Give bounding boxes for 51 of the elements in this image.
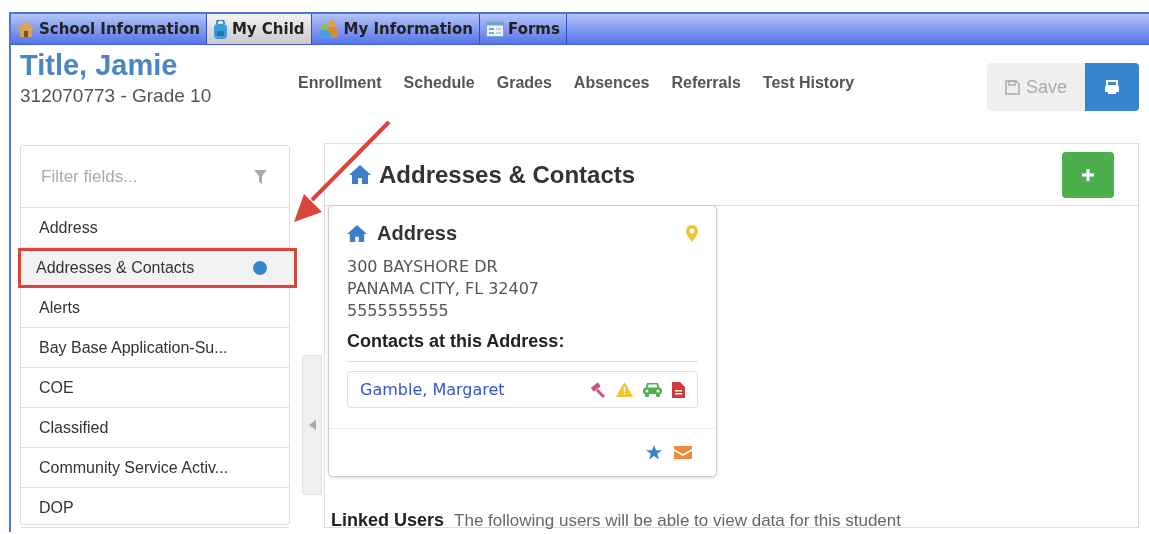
nav-link[interactable]: Referrals [671,71,741,143]
people-icon [317,20,340,38]
top-tab[interactable]: My Child [206,14,312,44]
form-icon [486,21,504,37]
address-line: 300 BAYSHORE DR [347,256,499,278]
contact-link[interactable]: Gamble, Margaret [360,380,505,399]
top-tab[interactable]: My Information [311,14,480,44]
nav-link[interactable]: Grades [496,71,552,143]
car-icon [643,382,662,397]
sidebar-item[interactable]: Address [21,208,289,248]
print-button[interactable] [1085,63,1139,111]
sidebar-item[interactable]: DOP [21,488,289,528]
document-icon [672,381,685,398]
student-subtitle: 312070773 - Grade 10 [20,84,213,109]
collapse-handle[interactable] [302,355,322,495]
sidebar-item[interactable]: Alerts [21,288,289,328]
address-line: 5555555555 [347,300,450,322]
top-tab[interactable]: Forms [480,14,567,44]
backpack-icon [212,19,228,39]
home-icon [349,165,371,184]
nav-link[interactable]: Schedule [403,71,475,143]
envelope-icon[interactable] [674,446,692,459]
card-title: Address [377,221,458,246]
student-name: Title, Jamie [20,49,179,83]
floppy-icon [1005,79,1020,95]
address-line: PANAMA CITY, FL 32407 [347,278,541,300]
plus-icon [1082,168,1094,181]
nav-link[interactable]: Absences [573,71,650,143]
home-icon [347,224,367,242]
section-description: The following users will be able to view data for this student [454,510,901,532]
sidebar-item[interactable]: Classified [21,408,289,448]
sidebar-item[interactable]: Addresses & Contacts [21,251,294,285]
gavel-icon [590,381,606,398]
filter-field[interactable]: Filter fields... [21,146,289,207]
collapse-icon [308,420,316,430]
add-button[interactable] [1062,151,1114,198]
filter-icon [254,170,267,184]
panel-title: Addresses & Contacts [379,159,636,190]
section-title: Linked Users [331,509,445,532]
top-tab[interactable]: School Information [11,14,207,44]
contacts-heading: Contacts at this Address: [347,328,698,362]
star-icon[interactable] [646,445,662,460]
printer-icon [1104,79,1120,95]
house-icon [17,21,35,37]
sidebar-item[interactable]: COE [21,368,289,408]
nav-link[interactable]: Test History [762,71,855,143]
sidebar-item[interactable]: Bay Base Application-Su... [21,328,289,368]
map-pin-icon[interactable] [686,224,698,242]
sidebar-item[interactable]: Community Service Activ... [21,448,289,488]
nav-link[interactable]: Enrollment [298,71,382,143]
warning-icon [616,382,633,397]
